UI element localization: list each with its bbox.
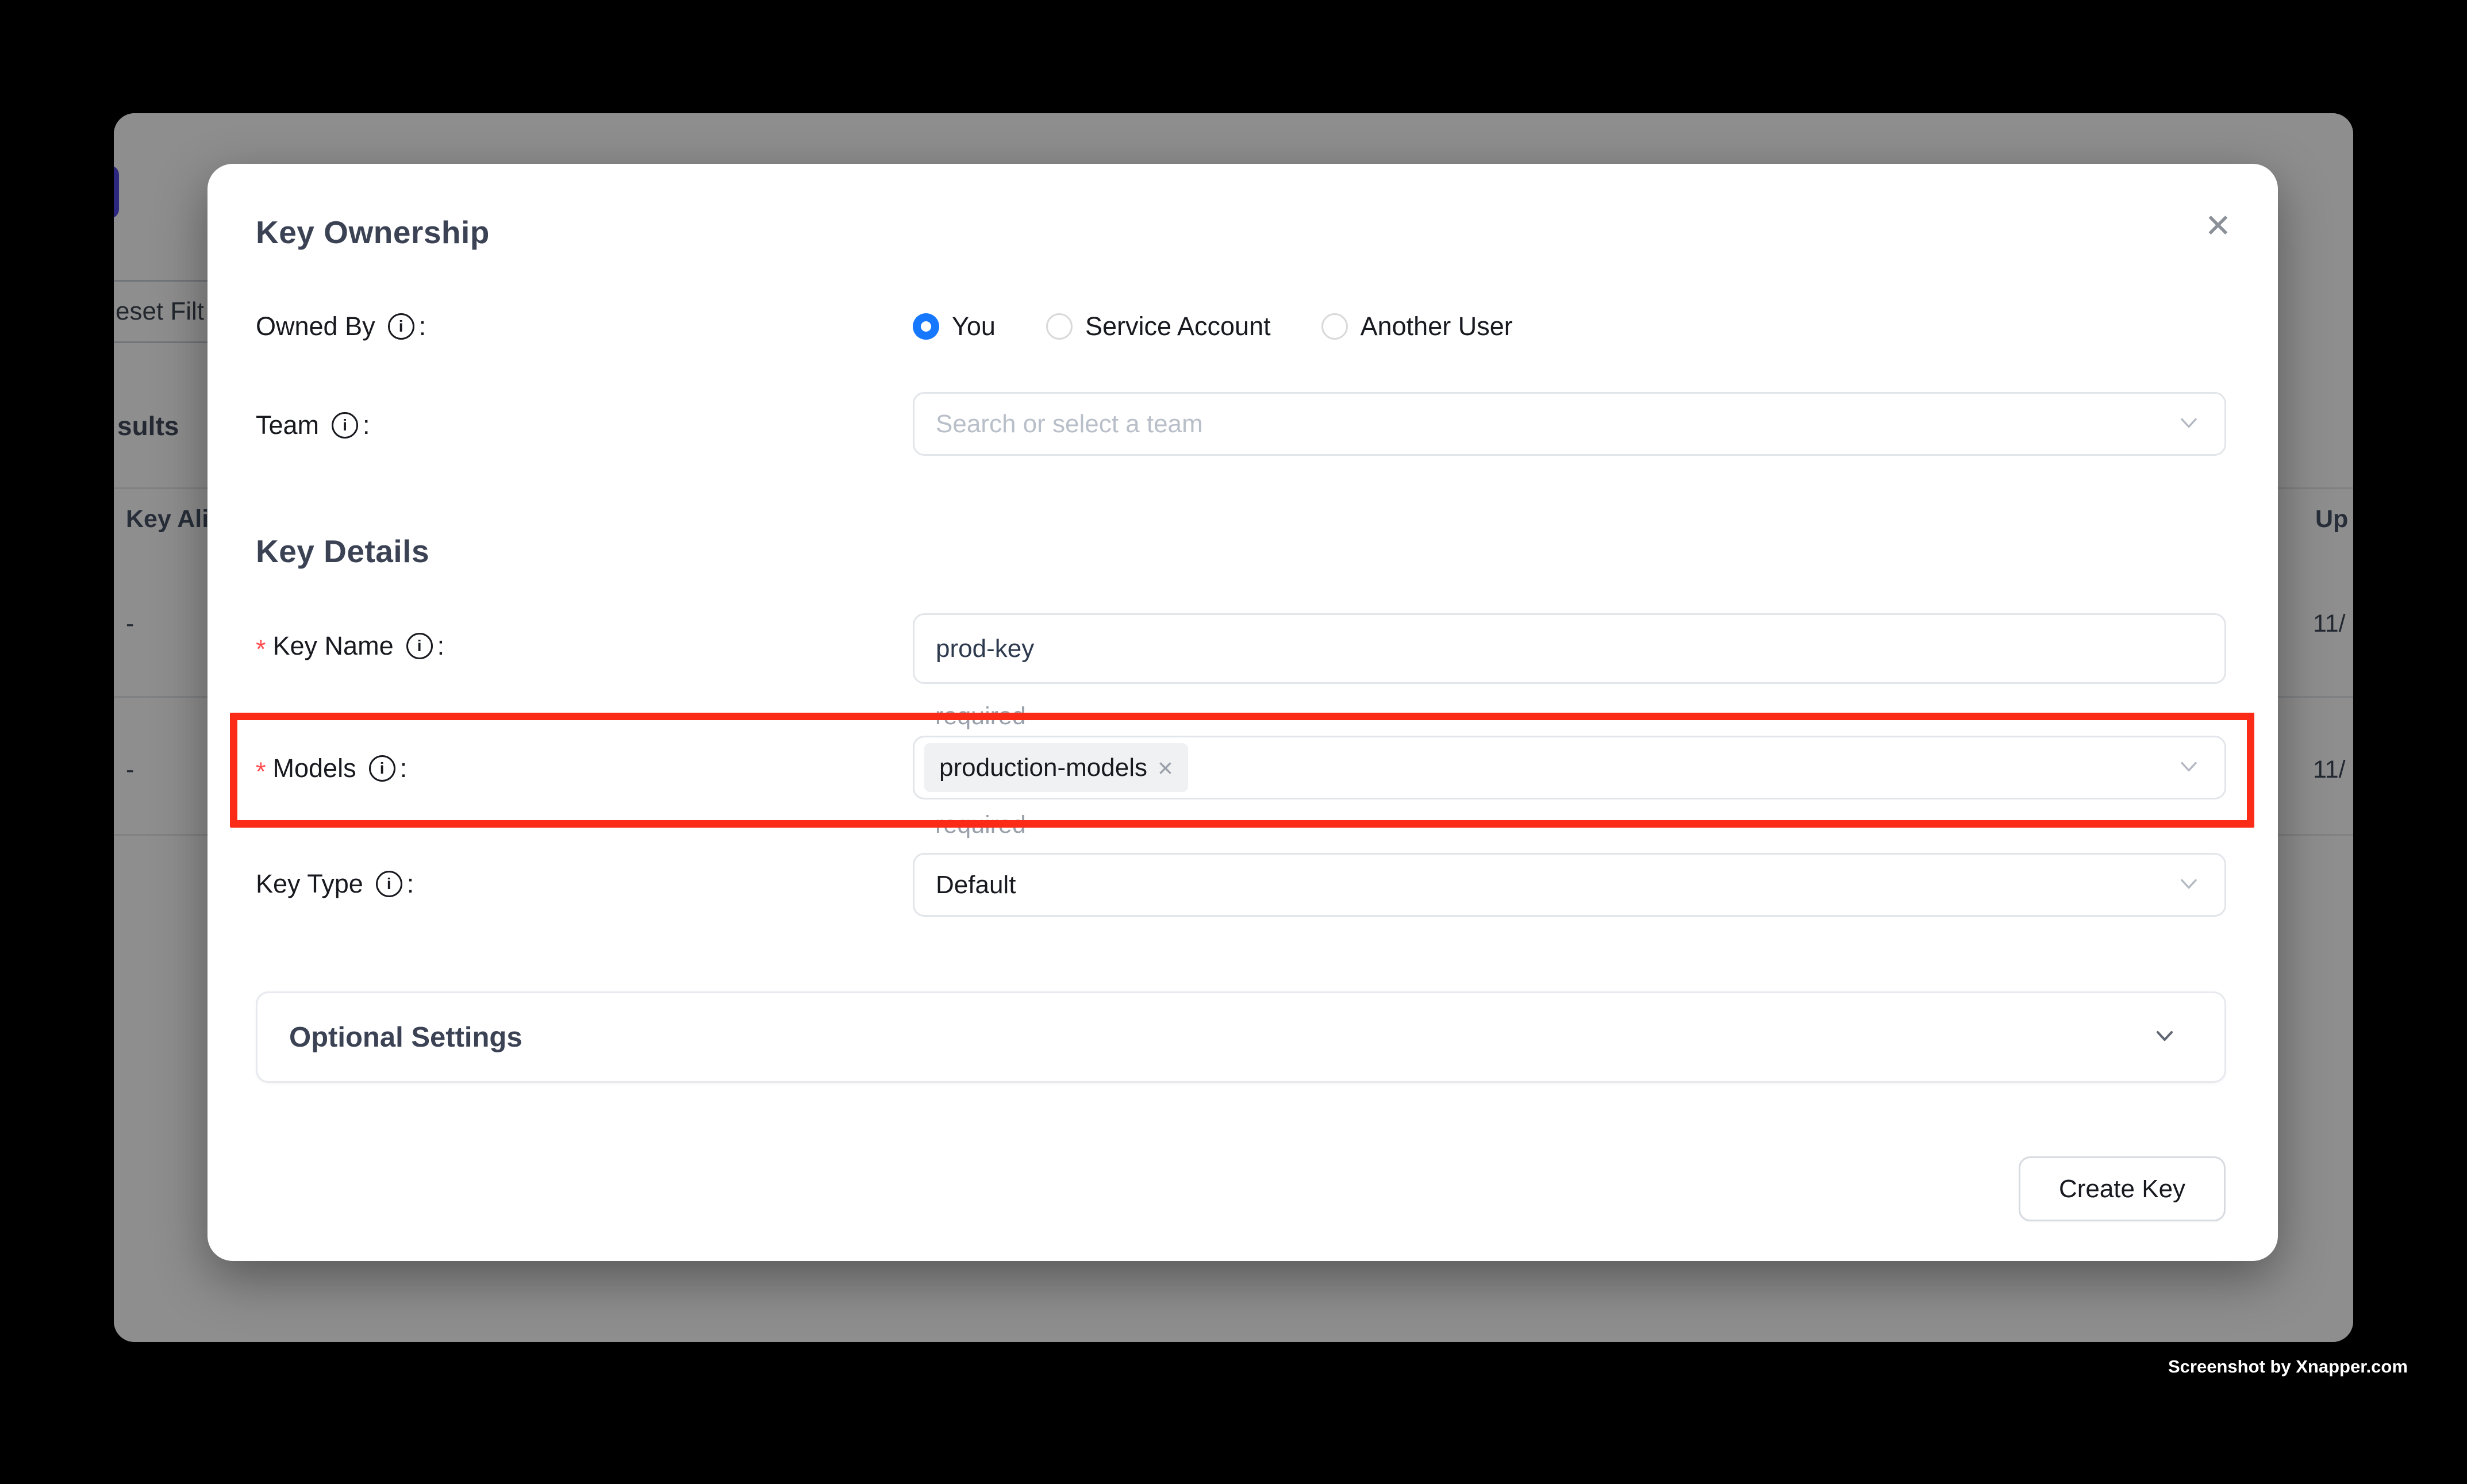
watermark-label: Screenshot by Xnapper.com [2168, 1356, 2408, 1377]
info-icon[interactable]: i [332, 412, 358, 439]
create-key-button[interactable]: Create Key [2019, 1156, 2226, 1221]
key-name-input[interactable]: prod-key [913, 613, 2226, 684]
optional-settings-label: Optional Settings [289, 1021, 522, 1054]
chevron-down-icon [2176, 753, 2201, 782]
selected-model-tag: production-models × [924, 743, 1188, 792]
optional-settings-accordion[interactable]: Optional Settings [256, 991, 2226, 1083]
required-asterisk: * [256, 635, 266, 664]
section-title-key-details: Key Details [256, 533, 429, 570]
radio-unselected-icon[interactable] [1046, 313, 1073, 340]
radio-unselected-icon[interactable] [1321, 313, 1348, 340]
team-select[interactable]: Search or select a team [913, 392, 2226, 456]
radio-option-you[interactable]: You [913, 312, 996, 341]
radio-option-service-account[interactable]: Service Account [1046, 312, 1271, 341]
key-name-value: prod-key [936, 635, 1034, 663]
create-key-modal: Key Ownership ✕ Owned By i : You Service… [207, 164, 2278, 1261]
chevron-down-icon [2176, 871, 2201, 899]
info-icon[interactable]: i [369, 755, 395, 782]
models-multiselect[interactable]: production-models × [913, 736, 2226, 799]
chevron-down-icon [2176, 410, 2201, 438]
key-name-label: * Key Name i : [256, 630, 444, 662]
remove-tag-icon[interactable]: × [1158, 752, 1173, 783]
key-name-required-message: required [935, 702, 1026, 731]
chevron-down-icon [2151, 1022, 2178, 1052]
required-asterisk: * [256, 757, 266, 787]
models-label: * Models i : [256, 752, 407, 785]
radio-option-another-user[interactable]: Another User [1321, 312, 1513, 341]
selected-model-tag-label: production-models [939, 753, 1147, 782]
owned-by-radio-group: You Service Account Another User [913, 309, 1513, 344]
team-select-placeholder: Search or select a team [936, 410, 1203, 439]
owned-by-label: Owned By i : [256, 310, 426, 343]
key-type-value: Default [936, 871, 1016, 899]
team-label: Team i : [256, 409, 370, 441]
models-required-message: required [935, 811, 1026, 839]
key-type-select[interactable]: Default [913, 853, 2226, 917]
modal-title-key-ownership: Key Ownership [256, 214, 490, 251]
radio-selected-icon[interactable] [913, 313, 939, 340]
info-icon[interactable]: i [388, 313, 414, 340]
close-icon[interactable]: ✕ [2189, 197, 2247, 255]
info-icon[interactable]: i [406, 633, 433, 659]
key-type-label: Key Type i : [256, 868, 414, 900]
info-icon[interactable]: i [376, 871, 402, 897]
